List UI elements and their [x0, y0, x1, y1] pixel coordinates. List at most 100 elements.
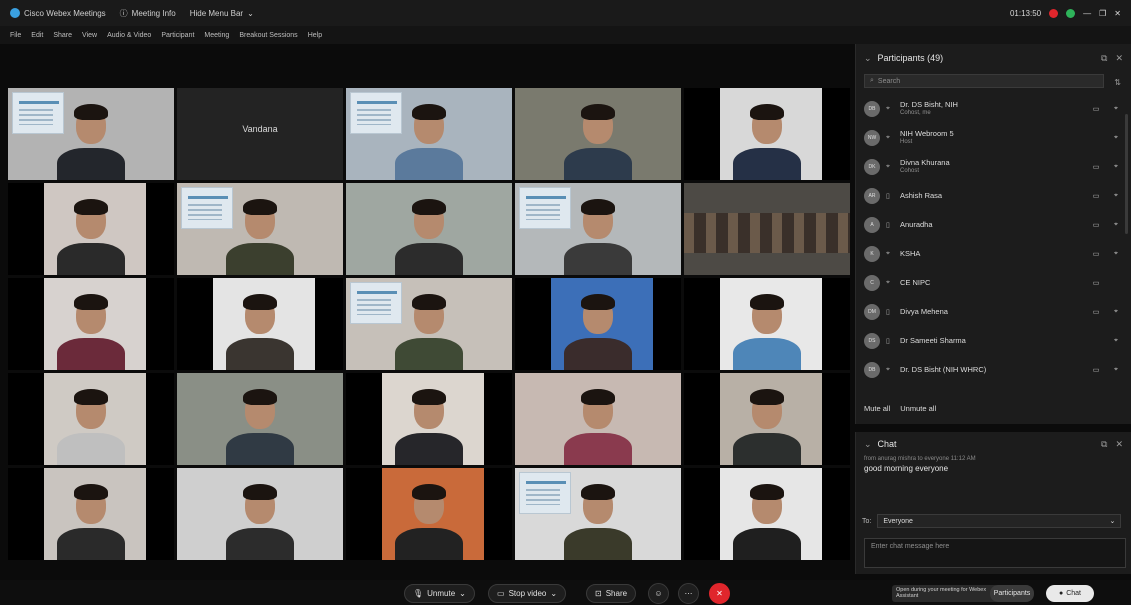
meeting-info-button[interactable]: ⓘ Meeting Info	[120, 8, 176, 19]
unmute-all-button[interactable]: Unmute all	[900, 404, 936, 413]
menu-help[interactable]: Help	[308, 32, 322, 39]
popout-icon[interactable]: ⧉	[1101, 53, 1107, 64]
collapse-chevron-icon[interactable]: ⌄	[864, 53, 872, 64]
participant-row[interactable]: C ⌖ CE NIPC ▭	[864, 268, 1123, 297]
mic-status-icon[interactable]: ⌖	[1109, 337, 1123, 345]
status-icon: ⌖	[886, 104, 890, 112]
video-status-icon[interactable]: ▭	[1089, 366, 1103, 374]
sort-icon[interactable]: ⇅	[1114, 78, 1121, 87]
mic-status-icon[interactable]: ⌖	[1109, 105, 1123, 113]
participant-body	[226, 433, 294, 465]
video-tile[interactable]	[8, 183, 174, 275]
video-tile[interactable]	[515, 278, 681, 370]
video-tile[interactable]	[177, 468, 343, 560]
video-status-icon[interactable]: ▭	[1089, 250, 1103, 258]
menu-file[interactable]: File	[10, 32, 21, 39]
video-status-icon[interactable]: ▭	[1089, 279, 1103, 287]
video-tile[interactable]: Vandana	[177, 88, 343, 180]
reactions-button[interactable]: ☺	[648, 583, 669, 604]
menu-meeting[interactable]: Meeting	[204, 32, 229, 39]
video-tile[interactable]	[8, 468, 174, 560]
video-tile[interactable]	[177, 278, 343, 370]
mic-status-icon[interactable]: ⌖	[1109, 134, 1123, 142]
participant-row[interactable]: A ▯ Anuradha ▭ ⌖	[864, 210, 1123, 239]
close-chat-icon[interactable]: ✕	[1115, 439, 1123, 450]
video-tile[interactable]	[346, 88, 512, 180]
mic-status-icon[interactable]: ⌖	[1109, 250, 1123, 258]
menu-edit[interactable]: Edit	[31, 32, 43, 39]
video-tile[interactable]	[8, 278, 174, 370]
video-tile[interactable]	[684, 373, 850, 465]
chat-button[interactable]: ● Chat	[1046, 585, 1094, 602]
video-tile[interactable]	[346, 468, 512, 560]
participant-body	[395, 338, 463, 370]
collapse-chevron-icon[interactable]: ⌄	[864, 439, 872, 450]
stop-video-button[interactable]: ▭ Stop video ⌄	[488, 584, 567, 603]
mic-status-icon[interactable]: ⌖	[1109, 308, 1123, 316]
restore-icon[interactable]: ❐	[1099, 9, 1106, 18]
video-status-icon[interactable]: ▭	[1089, 308, 1103, 316]
video-tile[interactable]	[515, 373, 681, 465]
participant-row[interactable]: DB ⌖ Dr. DS Bisht (NIH WHRC) ▭ ⌖	[864, 355, 1123, 384]
participant-hair	[243, 294, 277, 310]
video-status-icon[interactable]: ▭	[1089, 163, 1103, 171]
video-tile[interactable]	[515, 88, 681, 180]
close-icon[interactable]: ✕	[1114, 9, 1121, 18]
menu-participant[interactable]: Participant	[161, 32, 194, 39]
participant-row[interactable]: DS ▯ Dr Sameeti Sharma ⌖	[864, 326, 1123, 355]
minimize-icon[interactable]: —	[1083, 9, 1091, 18]
hide-menu-bar-button[interactable]: Hide Menu Bar ⌄	[190, 9, 254, 18]
video-tile[interactable]	[346, 183, 512, 275]
menu-view[interactable]: View	[82, 32, 97, 39]
mic-status-icon[interactable]: ⌖	[1109, 192, 1123, 200]
close-panel-icon[interactable]: ✕	[1115, 53, 1123, 64]
participants-title: Participants (49)	[877, 53, 944, 63]
participant-video	[394, 290, 464, 370]
participant-video	[225, 385, 295, 465]
participant-row[interactable]: AR ▯ Ashish Rasa ▭ ⌖	[864, 181, 1123, 210]
menu-audio-video[interactable]: Audio & Video	[107, 32, 151, 39]
mic-status-icon[interactable]: ⌖	[1109, 221, 1123, 229]
video-tile[interactable]	[684, 278, 850, 370]
popout-icon[interactable]: ⧉	[1101, 439, 1107, 450]
video-tile[interactable]	[684, 88, 850, 180]
participant-row[interactable]: DK ⌖ Divna Khurana Cohost ▭ ⌖	[864, 152, 1123, 181]
video-tile[interactable]	[515, 468, 681, 560]
share-button[interactable]: ⊡ Share	[586, 584, 637, 603]
meeting-timer: 01:13:50	[1009, 8, 1042, 18]
participants-button[interactable]: Participants	[990, 585, 1034, 602]
chat-message-input[interactable]: Enter chat message here	[864, 538, 1126, 568]
video-tile[interactable]	[346, 278, 512, 370]
video-tile[interactable]	[346, 373, 512, 465]
chat-header: ⌄ Chat ⧉ ✕	[856, 432, 1131, 456]
unmute-button[interactable]: 🎙 Unmute ⌄	[404, 584, 475, 603]
participant-hair	[243, 389, 277, 405]
video-tile[interactable]	[684, 468, 850, 560]
video-status-icon[interactable]: ▭	[1089, 192, 1103, 200]
video-tile[interactable]	[515, 183, 681, 275]
video-status-icon[interactable]: ▭	[1089, 221, 1103, 229]
connection-icon[interactable]	[1066, 8, 1076, 18]
video-tile[interactable]	[684, 183, 850, 275]
end-meeting-button[interactable]: ✕	[709, 583, 730, 604]
video-tile[interactable]	[8, 88, 174, 180]
participant-row[interactable]: NW ⌖ NIH Webroom 5 Host ⌖	[864, 123, 1123, 152]
participant-scrollbar[interactable]	[1125, 114, 1128, 234]
mic-status-icon[interactable]: ⌖	[1109, 163, 1123, 171]
recipient-select[interactable]: Everyone ⌄	[877, 514, 1122, 528]
mute-all-button[interactable]: Mute all	[864, 404, 890, 413]
recording-icon[interactable]	[1049, 8, 1059, 18]
video-status-icon[interactable]: ▭	[1089, 105, 1103, 113]
video-tile[interactable]	[177, 373, 343, 465]
participant-row[interactable]: K ⌖ KSHA ▭ ⌖	[864, 239, 1123, 268]
video-tile[interactable]	[8, 373, 174, 465]
video-tile[interactable]	[177, 183, 343, 275]
participant-search-input[interactable]: ⌕ Search	[864, 74, 1104, 88]
participant-row[interactable]: DB ⌖ Dr. DS Bisht, NIH Cohost, me ▭ ⌖	[864, 94, 1123, 123]
menu-share[interactable]: Share	[53, 32, 72, 39]
participant-row[interactable]: DM ▯ Divya Mehena ▭ ⌖	[864, 297, 1123, 326]
more-options-button[interactable]: ⋯	[678, 583, 699, 604]
menu-breakout-sessions[interactable]: Breakout Sessions	[239, 32, 297, 39]
avatar: AR	[864, 187, 880, 204]
mic-status-icon[interactable]: ⌖	[1109, 366, 1123, 374]
